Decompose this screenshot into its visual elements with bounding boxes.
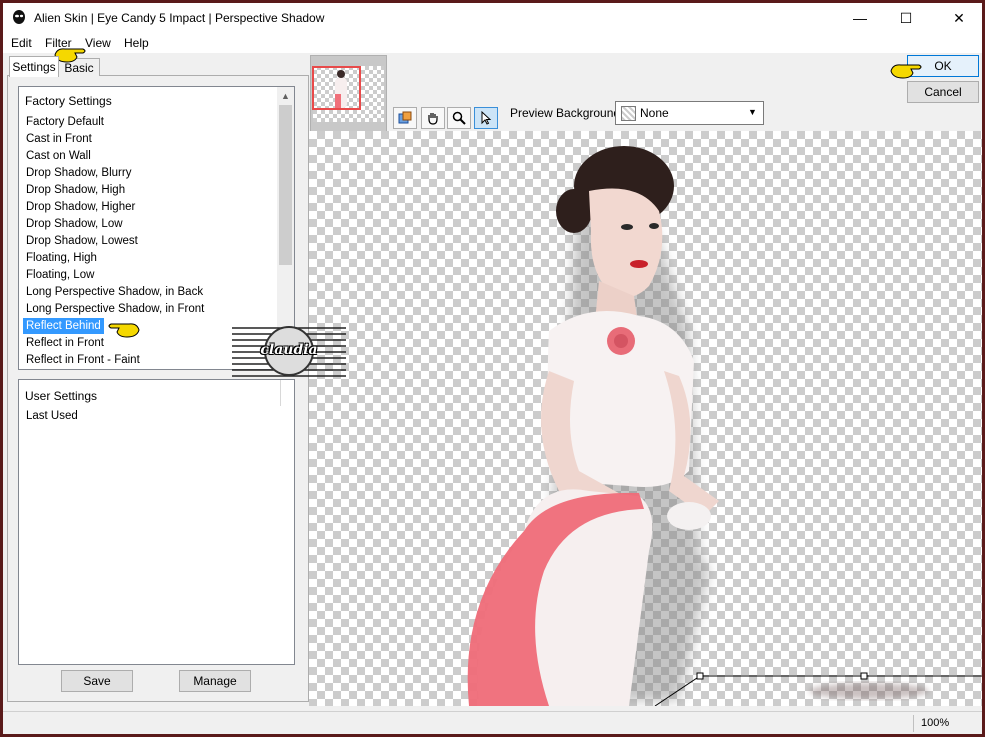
scroll-thumb[interactable] (279, 105, 292, 265)
chevron-down-icon: ▼ (748, 107, 757, 117)
arrow-cursor-icon (481, 110, 492, 125)
list-item[interactable]: Reflect Behind (23, 318, 104, 334)
tab-settings[interactable]: Settings (9, 56, 59, 77)
eye-candy-dialog: Alien Skin | Eye Candy 5 Impact | Perspe… (3, 3, 982, 734)
list-item[interactable]: Drop Shadow, Higher (23, 199, 138, 215)
preview-toggle-icon (398, 111, 412, 124)
maximize-icon: ☐ (899, 9, 913, 26)
watermark-text: claudia (260, 342, 318, 358)
close-icon: ✕ (953, 9, 965, 26)
preview-image (467, 146, 982, 706)
list-item[interactable]: Cast in Front (23, 131, 95, 147)
list-item[interactable]: Drop Shadow, Low (23, 216, 126, 232)
minimize-button[interactable]: — (837, 3, 883, 33)
cancel-button[interactable]: Cancel (907, 81, 979, 103)
menu-bar: Edit Filter View Help (3, 33, 982, 53)
transparent-swatch-icon (621, 106, 636, 121)
preview-background-label: Preview Background: (510, 106, 624, 120)
list-item[interactable]: Drop Shadow, High (23, 182, 128, 198)
preview-background-value: None (640, 106, 669, 120)
list-column-divider (280, 380, 281, 406)
lips (630, 260, 648, 268)
list-item[interactable]: Drop Shadow, Blurry (23, 165, 134, 181)
magnifier-icon (452, 111, 466, 125)
status-bar: 100% (3, 711, 982, 734)
zoom-level: 100% (921, 717, 950, 729)
list-item[interactable]: Cast on Wall (23, 148, 94, 164)
pointing-hand-icon (108, 323, 140, 338)
hand-icon (428, 113, 438, 125)
window-title: Alien Skin | Eye Candy 5 Impact | Perspe… (34, 11, 325, 25)
preview-background-select[interactable]: None ▼ (615, 101, 764, 125)
manage-button[interactable]: Manage (179, 670, 251, 692)
user-settings-header: User Settings (25, 389, 98, 403)
save-button[interactable]: Save (61, 670, 133, 692)
list-item[interactable]: Long Perspective Shadow, in Back (23, 284, 206, 300)
list-item[interactable]: Floating, High (23, 250, 100, 266)
close-button[interactable]: ✕ (936, 3, 982, 33)
control-handle[interactable] (696, 672, 704, 680)
list-item-last-used[interactable]: Last Used (23, 408, 81, 424)
menu-help[interactable]: Help (124, 36, 149, 50)
toggle-preview-tool[interactable] (393, 107, 417, 129)
user-settings-list[interactable]: User Settings Last Used (18, 379, 295, 665)
list-item[interactable]: Floating, Low (23, 267, 97, 283)
status-divider (913, 715, 914, 732)
alien-skin-app-icon (13, 10, 25, 24)
gloves (667, 502, 711, 530)
select-tool[interactable] (474, 107, 498, 129)
pointing-hand-icon (890, 64, 922, 79)
list-item[interactable]: Reflect in Front (23, 335, 107, 351)
list-item[interactable]: Long Perspective Shadow, in Front (23, 301, 207, 317)
navigator-thumbnail[interactable] (310, 55, 387, 132)
thumbnail-view-rectangle[interactable] (312, 66, 361, 110)
claudia-watermark: claudia (232, 324, 346, 379)
maximize-button[interactable]: ☐ (883, 3, 929, 33)
minimize-icon: — (853, 10, 867, 26)
list-item[interactable]: Factory Default (23, 114, 107, 130)
list-item[interactable]: Drop Shadow, Lowest (23, 233, 141, 249)
preview-canvas[interactable] (309, 131, 982, 706)
zoom-tool[interactable] (447, 107, 471, 129)
hand-tool[interactable] (421, 107, 445, 129)
factory-settings-header: Factory Settings (25, 94, 112, 108)
control-handle[interactable] (860, 672, 868, 680)
list-item[interactable]: Reflect in Front - Faint (23, 352, 143, 368)
scroll-up-arrow-icon[interactable]: ▲ (277, 87, 294, 104)
title-bar: Alien Skin | Eye Candy 5 Impact | Perspe… (3, 3, 982, 33)
menu-edit[interactable]: Edit (11, 36, 32, 50)
